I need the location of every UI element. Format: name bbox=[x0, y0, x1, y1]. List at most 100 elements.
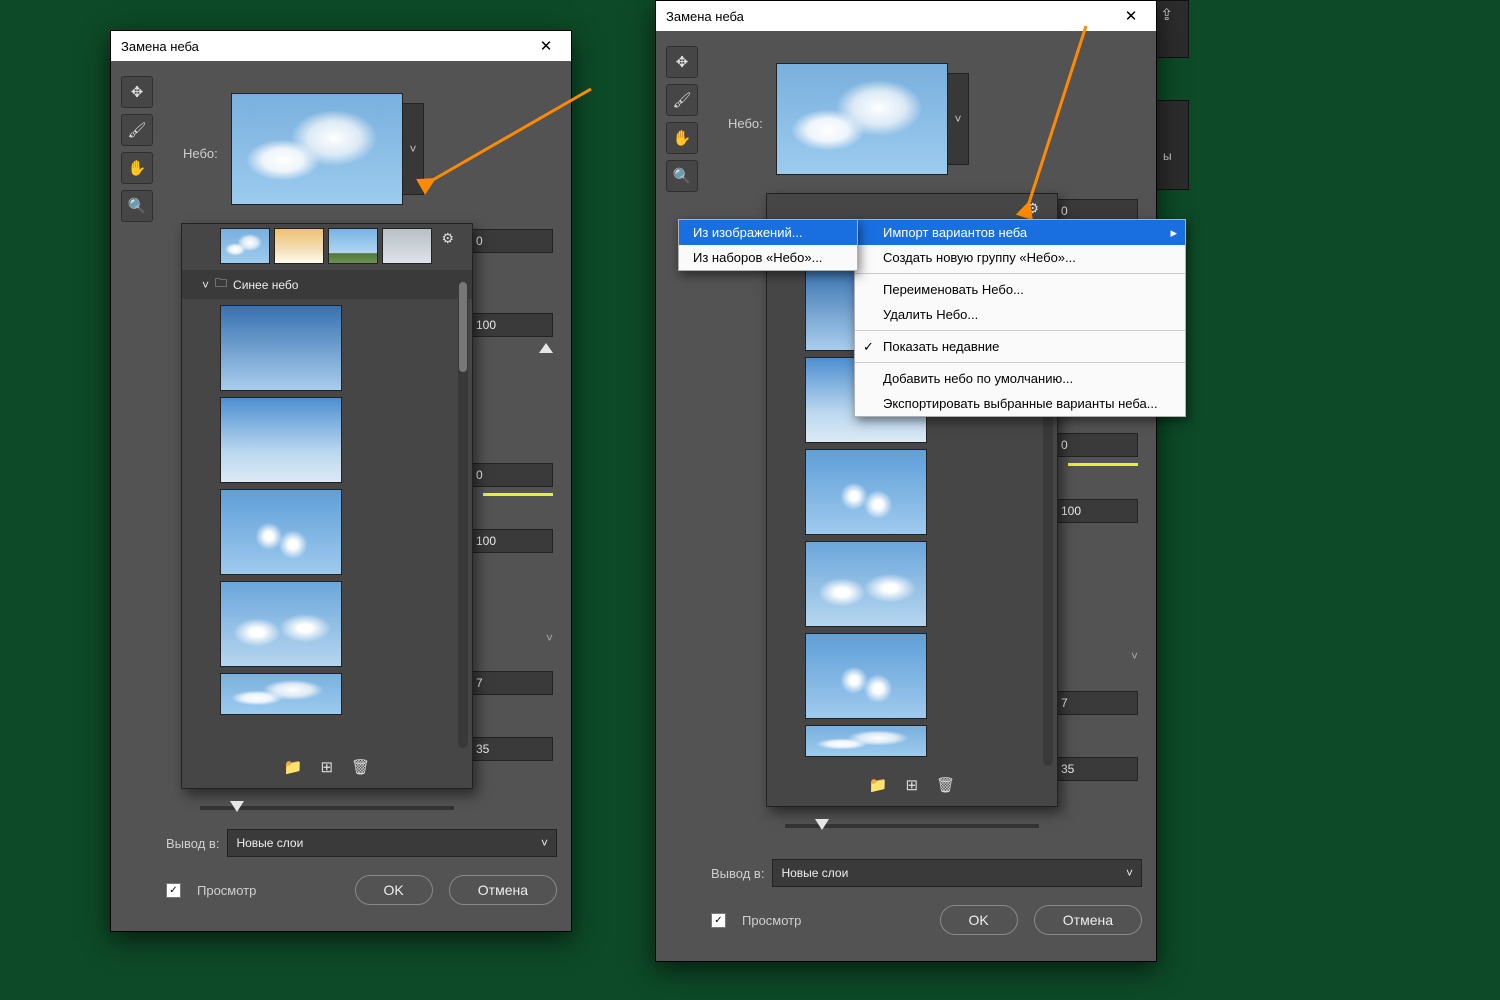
sky-thumb[interactable] bbox=[220, 305, 342, 391]
slider-knob[interactable] bbox=[539, 343, 553, 353]
value-field-2[interactable]: 100 bbox=[469, 313, 553, 337]
sky-thumb[interactable] bbox=[220, 489, 342, 575]
value-field-1[interactable]: 0 bbox=[469, 229, 553, 253]
close-icon[interactable]: ✕ bbox=[1116, 7, 1146, 25]
tool-column: ✥ 🖌 ✋ 🔍 bbox=[666, 46, 698, 192]
preview-checkbox[interactable]: ✓ bbox=[711, 913, 726, 928]
value-field-3[interactable]: 0 bbox=[1054, 433, 1138, 457]
trash-icon[interactable]: 🗑 bbox=[936, 776, 955, 794]
output-select[interactable]: Новые слои˅ bbox=[227, 829, 557, 857]
sky-thumb[interactable] bbox=[805, 725, 927, 757]
gear-icon[interactable]: ⚙ bbox=[1026, 200, 1039, 217]
move-tool-icon[interactable]: ✥ bbox=[666, 46, 698, 78]
ok-button[interactable]: OK bbox=[355, 875, 433, 905]
titlebar: Замена неба ✕ bbox=[111, 31, 571, 61]
recent-thumb[interactable] bbox=[274, 228, 324, 264]
sky-thumb[interactable] bbox=[805, 633, 927, 719]
sky-dropdown-chevron[interactable]: ˅ bbox=[402, 103, 424, 195]
output-label: Вывод в: bbox=[166, 836, 219, 851]
cancel-button[interactable]: Отмена bbox=[449, 875, 557, 905]
chevron-down-icon: ˅ bbox=[1126, 866, 1133, 880]
folder-icon[interactable]: 📁 bbox=[284, 758, 303, 776]
share-icon[interactable]: ⇪ bbox=[1160, 5, 1173, 25]
gear-menu: Импорт вариантов неба▸ Создать новую гру… bbox=[854, 219, 1186, 417]
sky-thumb[interactable] bbox=[805, 449, 927, 535]
move-tool-icon[interactable]: ✥ bbox=[121, 76, 153, 108]
thumbnail-size-slider[interactable] bbox=[200, 806, 454, 810]
value-field-3[interactable]: 0 bbox=[469, 463, 553, 487]
brush-tool-icon[interactable]: 🖌 bbox=[121, 114, 153, 146]
annotation-arrow bbox=[401, 81, 601, 201]
ok-button[interactable]: OK bbox=[940, 905, 1018, 935]
menu-item-import[interactable]: Импорт вариантов неба▸ bbox=[855, 220, 1185, 245]
app-bg-strip: ы bbox=[1153, 100, 1189, 190]
value-field-6[interactable]: 35 bbox=[1054, 757, 1138, 781]
sky-preview: ˅ bbox=[776, 63, 948, 175]
check-icon: ✓ bbox=[863, 339, 874, 355]
recent-thumbnails bbox=[182, 224, 472, 270]
chevron-down-icon[interactable]: ˅ bbox=[546, 631, 553, 645]
menu-item-delete[interactable]: Удалить Небо... bbox=[855, 302, 1185, 327]
menu-item-export[interactable]: Экспортировать выбранные варианты неба..… bbox=[855, 391, 1185, 416]
output-label: Вывод в: bbox=[711, 866, 764, 881]
sky-list bbox=[182, 299, 472, 721]
submenu-arrow-icon: ▸ bbox=[1170, 225, 1177, 241]
menu-item-new-group[interactable]: Создать новую группу «Небо»... bbox=[855, 245, 1185, 270]
folder-icon: 🗀 bbox=[215, 274, 227, 295]
sky-dropdown-chevron[interactable]: ˅ bbox=[947, 73, 969, 165]
sky-label: Небо: bbox=[728, 116, 763, 131]
value-field-6[interactable]: 35 bbox=[469, 737, 553, 761]
menu-item-rename[interactable]: Переименовать Небо... bbox=[855, 277, 1185, 302]
panel-text: ы bbox=[1163, 149, 1172, 163]
dialog-title: Замена неба bbox=[666, 9, 1116, 24]
chevron-down-icon: ˅ bbox=[541, 836, 548, 850]
hand-tool-icon[interactable]: ✋ bbox=[121, 152, 153, 184]
picker-scrollbar[interactable] bbox=[458, 278, 468, 748]
chevron-down-icon: ˅ bbox=[202, 278, 209, 292]
folder-name: Синее небо bbox=[233, 278, 298, 292]
new-icon[interactable]: ⊞ bbox=[906, 776, 919, 794]
thumbnail-size-slider[interactable] bbox=[785, 824, 1039, 828]
preview-checkbox[interactable]: ✓ bbox=[166, 883, 181, 898]
new-icon[interactable]: ⊞ bbox=[321, 758, 334, 776]
titlebar: Замена неба ✕ bbox=[656, 1, 1156, 31]
sky-picker-panel: ⚙ ˅ 🗀 Синее небо 📁 ⊞ 🗑 bbox=[181, 223, 473, 789]
dialog-title: Замена неба bbox=[121, 39, 531, 54]
hand-tool-icon[interactable]: ✋ bbox=[666, 122, 698, 154]
preview-label: Просмотр bbox=[197, 883, 256, 898]
preview-label: Просмотр bbox=[742, 913, 801, 928]
picker-footer: 📁 ⊞ 🗑 bbox=[767, 770, 1057, 800]
menu-item-add-default[interactable]: Добавить небо по умолчанию... bbox=[855, 366, 1185, 391]
close-icon[interactable]: ✕ bbox=[531, 37, 561, 55]
chevron-down-icon[interactable]: ˅ bbox=[1131, 649, 1138, 663]
sky-preview: ˅ bbox=[231, 93, 403, 205]
submenu-item-from-sets[interactable]: Из наборов «Небо»... bbox=[679, 245, 857, 270]
value-field-5[interactable]: 7 bbox=[469, 671, 553, 695]
value-field-5[interactable]: 7 bbox=[1054, 691, 1138, 715]
menu-item-show-recent[interactable]: ✓ Показать недавние bbox=[855, 334, 1185, 359]
recent-thumb[interactable] bbox=[328, 228, 378, 264]
zoom-tool-icon[interactable]: 🔍 bbox=[121, 190, 153, 222]
sky-thumb[interactable] bbox=[805, 541, 927, 627]
picker-footer: 📁 ⊞ 🗑 bbox=[182, 752, 472, 782]
recent-thumb[interactable] bbox=[220, 228, 270, 264]
trash-icon[interactable]: 🗑 bbox=[351, 758, 370, 776]
sky-thumb[interactable] bbox=[220, 397, 342, 483]
output-select[interactable]: Новые слои˅ bbox=[772, 859, 1142, 887]
gear-submenu: Из изображений... Из наборов «Небо»... bbox=[678, 219, 858, 271]
submenu-item-from-images[interactable]: Из изображений... bbox=[679, 220, 857, 245]
brush-tool-icon[interactable]: 🖌 bbox=[666, 84, 698, 116]
sky-thumb[interactable] bbox=[220, 673, 342, 715]
screenshot-right: Замена неба ✕ ✥ 🖌 ✋ 🔍 Небо: ˅ 0 0 100 7 … bbox=[655, 0, 1157, 962]
gear-icon[interactable]: ⚙ bbox=[441, 230, 454, 247]
folder-icon[interactable]: 📁 bbox=[869, 776, 888, 794]
folder-header[interactable]: ˅ 🗀 Синее небо bbox=[182, 270, 472, 299]
recent-thumb[interactable] bbox=[382, 228, 432, 264]
sky-thumb[interactable] bbox=[220, 581, 342, 667]
value-field-4[interactable]: 100 bbox=[1054, 499, 1138, 523]
zoom-tool-icon[interactable]: 🔍 bbox=[666, 160, 698, 192]
sky-label: Небо: bbox=[183, 146, 218, 161]
cancel-button[interactable]: Отмена bbox=[1034, 905, 1142, 935]
app-bg-strip: ⇪ bbox=[1153, 0, 1189, 58]
value-field-4[interactable]: 100 bbox=[469, 529, 553, 553]
